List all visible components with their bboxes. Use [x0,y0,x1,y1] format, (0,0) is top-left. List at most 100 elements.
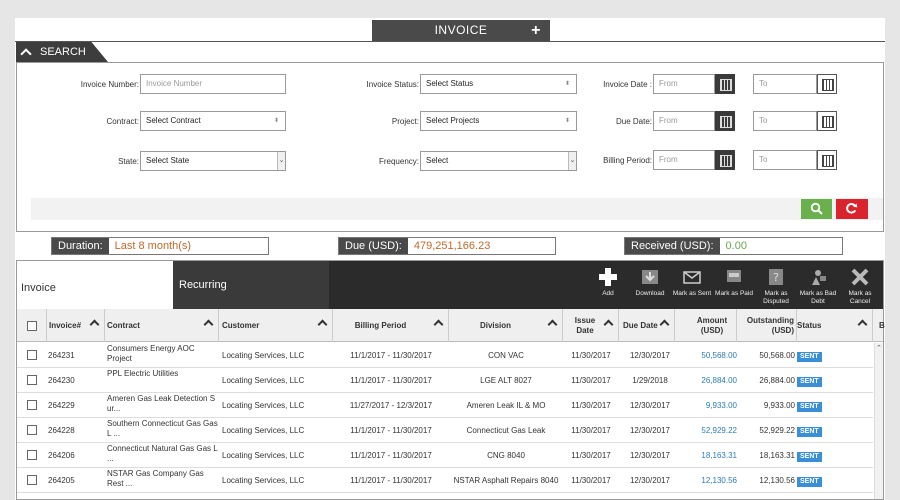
row-checkbox[interactable] [27,350,37,360]
col-contract-label: Contract [107,321,140,330]
mark-as-cancel-button[interactable]: Mark as Cancel [839,261,881,309]
row-select-cell [27,418,39,443]
frequency-select[interactable]: Select ⌄ [420,151,577,171]
due-date-from[interactable]: From [653,111,715,131]
col-status[interactable]: Status [797,309,873,342]
tab-invoice[interactable]: Invoice [17,261,173,309]
add-label: Add [602,290,614,297]
calendar-icon[interactable] [715,111,735,131]
row-checkbox[interactable] [27,425,37,435]
cell-billing-period: 11/1/2017 - 11/30/2017 [350,426,432,435]
state-select[interactable]: Select State ⌄ [140,151,286,171]
add-button[interactable]: Add [587,261,629,309]
invoice-date-label: Invoice Date : [603,80,652,89]
calendar-icon[interactable] [817,74,837,94]
col-invoice[interactable]: Invoice# [47,309,105,342]
cell-amount[interactable]: 9,933.00 [675,393,737,418]
col-outstanding[interactable]: Outstanding (USD) [737,309,797,342]
bad-debt-icon [812,270,826,285]
status-badge: SENT [797,402,822,412]
cell-contract: PPL Electric Utilities [107,369,179,378]
mark-as-bad-debt-button[interactable]: Mark as Bad Debt [797,261,839,309]
mark-as-paid-label: Mark as Paid [715,290,753,297]
tab-recurring[interactable]: Recurring [173,261,329,309]
table-row[interactable]: 264229 Ameren Gas Leak Detection S ur... L… [17,393,873,418]
table-row[interactable]: 264231 Consumers Energy AOC Project Locati… [17,343,873,368]
calendar-icon[interactable] [817,111,837,131]
row-select-cell [27,343,39,368]
scroll-up-icon[interactable]: ⌃ [876,344,882,352]
cell-issue-date: 11/30/2017 [571,426,611,435]
status-cell: SENT [797,443,837,468]
close-icon [851,268,869,286]
project-select[interactable]: Select Projects ⬍ [420,111,577,131]
cell-outstanding: 12,130.56 [759,476,795,485]
col-division[interactable]: Division [449,309,563,342]
calendar-icon[interactable] [715,150,735,170]
table-row[interactable]: 264228 Southern Connecticut Gas Gas L ...… [17,418,873,443]
invoice-status-select[interactable]: Select Status ⬍ [420,74,577,94]
add-invoice-button[interactable]: + [531,20,541,41]
search-button[interactable] [801,199,832,219]
mark-as-paid-button[interactable]: Mark as Paid [713,261,755,309]
row-checkbox[interactable] [27,375,37,385]
cell-outstanding: 18,163.31 [759,451,795,460]
table-row[interactable]: 264205 NSTAR Gas Company Gas Rest ... Loca… [17,468,873,493]
row-checkbox[interactable] [27,450,37,460]
invoice-header: INVOICE + [372,20,550,41]
select-all-cell [17,309,47,342]
cell-amount[interactable]: 12,130.56 [675,468,737,493]
reset-button[interactable] [836,199,868,219]
col-billing-period[interactable]: Billing Period [333,309,449,342]
cell-invoice: 264230 [48,376,75,385]
cell-amount[interactable]: 18,163.31 [675,443,737,468]
col-due-date[interactable]: Due Date [619,309,675,342]
contract-select[interactable]: Select Contract ⬍ [140,111,286,131]
cell-billing-period: 11/1/2017 - 11/30/2017 [350,351,432,360]
cell-customer: Locating Services, LLC [222,426,305,435]
received-summary: Received (USD): 0.00 [624,237,843,255]
invoice-date-from[interactable]: From [653,74,715,94]
col-customer[interactable]: Customer [219,309,333,342]
download-label: Download [635,290,665,297]
table-body: 264231 Consumers Energy AOC Project Locati… [17,343,873,499]
cell-issue-date: 11/30/2017 [571,376,611,385]
cell-amount[interactable]: 52,929.22 [675,418,737,443]
sort-icon [433,319,444,330]
status-cell: SENT [797,418,837,443]
col-contract[interactable]: Contract [105,309,219,342]
due-label: Due (USD): [339,238,408,254]
billing-period-to[interactable]: To [753,150,817,170]
calendar-icon[interactable] [817,150,837,170]
table-row[interactable]: 264230 PPL Electric Utilities Locating Ser… [17,368,873,393]
sort-icon [603,319,614,330]
mark-as-sent-button[interactable]: Mark as Sent [671,261,713,309]
cell-customer: Locating Services, LLC [222,451,305,460]
paid-stamp-icon [727,270,741,282]
billing-period-label: Billing Period: [603,156,652,165]
invoice-date-to[interactable]: To [753,74,817,94]
billing-period-from[interactable]: From [653,150,715,170]
col-amount[interactable]: Amount (USD) [675,309,737,342]
received-value: 0.00 [725,240,747,252]
duration-value: Last 8 month(s) [114,240,192,252]
due-date-to[interactable]: To [753,111,817,131]
row-checkbox[interactable] [27,475,37,485]
table-row[interactable]: 264206 Connecticut Natural Gas Gas L ... L… [17,443,873,468]
status-badge: SENT [797,352,822,362]
select-all-checkbox[interactable] [26,320,37,331]
col-issue-date[interactable]: Issue Date [563,309,619,342]
row-checkbox[interactable] [27,400,37,410]
envelope-icon [683,271,701,284]
search-toggle[interactable]: SEARCH [16,42,108,62]
cell-invoice: 264205 [48,476,75,485]
cell-billing-period: 11/27/2017 - 12/3/2017 [349,401,433,410]
invoice-number-input[interactable]: Invoice Number [140,74,286,94]
cell-amount[interactable]: 26,884.00 [675,368,737,393]
chevron-down-icon: ⌄ [277,152,285,170]
cell-amount[interactable]: 50,568.00 [675,343,737,368]
mark-as-disputed-button[interactable]: ? Mark as Disputed [755,261,797,309]
download-button[interactable]: Download [629,261,671,309]
calendar-icon[interactable] [715,74,735,94]
vertical-scrollbar[interactable]: ⌃ [874,343,883,499]
